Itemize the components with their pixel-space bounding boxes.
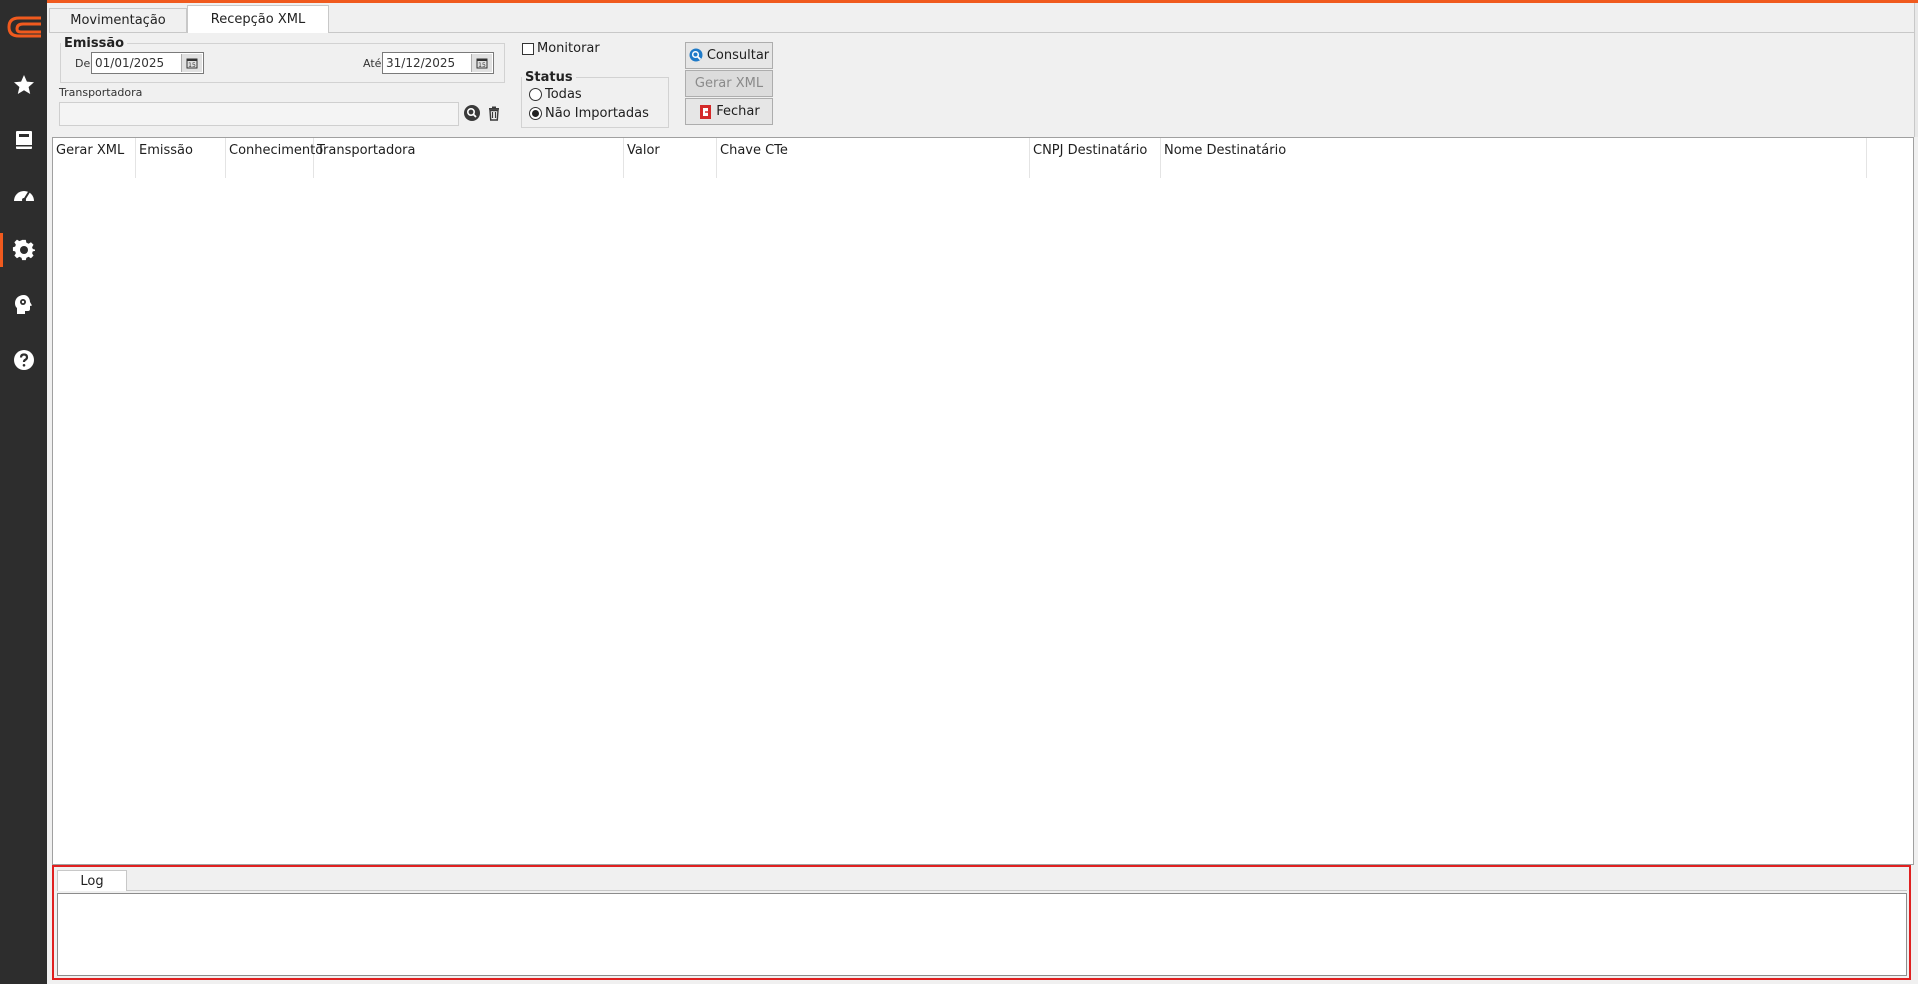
tab-log[interactable]: Log [57, 870, 127, 891]
column-header-nome-destinatario[interactable]: Nome Destinatário [1161, 138, 1867, 178]
status-todas-radio[interactable] [529, 88, 542, 101]
gerar-xml-label: Gerar XML [694, 76, 764, 91]
column-header-valor[interactable]: Valor [624, 138, 717, 178]
main-content: Movimentação Recepção XML Emissão De 01/… [47, 3, 1918, 984]
transportadora-input[interactable] [59, 102, 459, 126]
fechar-button[interactable]: Fechar [685, 98, 773, 125]
de-label: De [75, 57, 91, 70]
monitorar-checkbox[interactable] [522, 43, 534, 55]
tab-bar: Movimentação Recepção XML [49, 5, 1918, 33]
star-icon [13, 75, 34, 94]
column-header-gerar-xml[interactable]: Gerar XML [53, 138, 136, 178]
log-textarea[interactable] [57, 893, 1907, 976]
sidebar-item-registers[interactable] [0, 117, 47, 163]
transportadora-label: Transportadora [59, 86, 143, 99]
column-header-chave-cte[interactable]: Chave CTe [717, 138, 1030, 178]
date-to-picker-button[interactable]: 15 [471, 54, 492, 72]
consultar-label: Consultar [706, 48, 770, 63]
sidebar-item-support[interactable] [0, 282, 47, 328]
head-gear-icon [14, 295, 32, 314]
emissao-legend: Emissão [64, 36, 125, 51]
tab-movimentacao[interactable]: Movimentação [49, 8, 187, 32]
fechar-label: Fechar [716, 104, 760, 119]
gear-icon [12, 239, 35, 261]
status-todas-label: Todas [545, 87, 582, 102]
sidebar [0, 0, 47, 984]
trash-icon [489, 106, 499, 121]
calendar-icon: 15 [476, 58, 488, 69]
tab-recepcao-xml[interactable]: Recepção XML [187, 5, 329, 33]
app-logo [5, 14, 43, 40]
column-header-cnpj-destinatario[interactable]: CNPJ Destinatário [1030, 138, 1161, 178]
consultar-button[interactable]: Consultar [685, 42, 773, 69]
search-transportadora-button[interactable] [463, 104, 481, 122]
exit-door-icon [700, 104, 712, 119]
status-nao-importadas-label: Não Importadas [545, 106, 649, 121]
search-icon [464, 105, 480, 121]
status-legend: Status [525, 70, 573, 85]
sidebar-item-dashboard[interactable] [0, 172, 47, 218]
log-tab-divider [126, 890, 1907, 891]
clear-transportadora-button[interactable] [486, 105, 502, 121]
status-nao-importadas-radio[interactable] [529, 107, 542, 120]
date-from-value: 01/01/2025 [95, 56, 165, 70]
column-header-conhecimento[interactable]: Conhecimento [226, 138, 323, 178]
ate-label: Até [363, 57, 382, 70]
magnifier-icon [689, 48, 703, 61]
sidebar-item-help[interactable] [0, 337, 47, 383]
gerar-xml-button[interactable]: Gerar XML [685, 70, 773, 97]
sidebar-item-settings[interactable] [0, 227, 47, 273]
column-header-transportadora[interactable]: Transportadora [314, 138, 624, 178]
dashboard-gauge-icon [13, 191, 34, 202]
sidebar-item-favorites[interactable] [0, 62, 47, 108]
svg-text:15: 15 [188, 62, 196, 69]
right-edge-scroll [1914, 3, 1918, 137]
date-to-value: 31/12/2025 [386, 56, 456, 70]
help-icon [13, 350, 34, 370]
date-from-picker-button[interactable]: 15 [181, 54, 202, 72]
svg-text:15: 15 [478, 62, 486, 69]
monitorar-label: Monitorar [537, 41, 600, 56]
calendar-icon: 15 [186, 58, 198, 69]
column-header-emissao[interactable]: Emissão [136, 138, 226, 178]
book-icon [15, 131, 32, 149]
log-panel: Log [52, 865, 1911, 980]
date-to-field[interactable]: 31/12/2025 15 [382, 52, 494, 74]
ct-e-grid[interactable]: Gerar XML Emissão Conhecimento Transport… [52, 137, 1914, 865]
date-from-field[interactable]: 01/01/2025 15 [91, 52, 204, 74]
